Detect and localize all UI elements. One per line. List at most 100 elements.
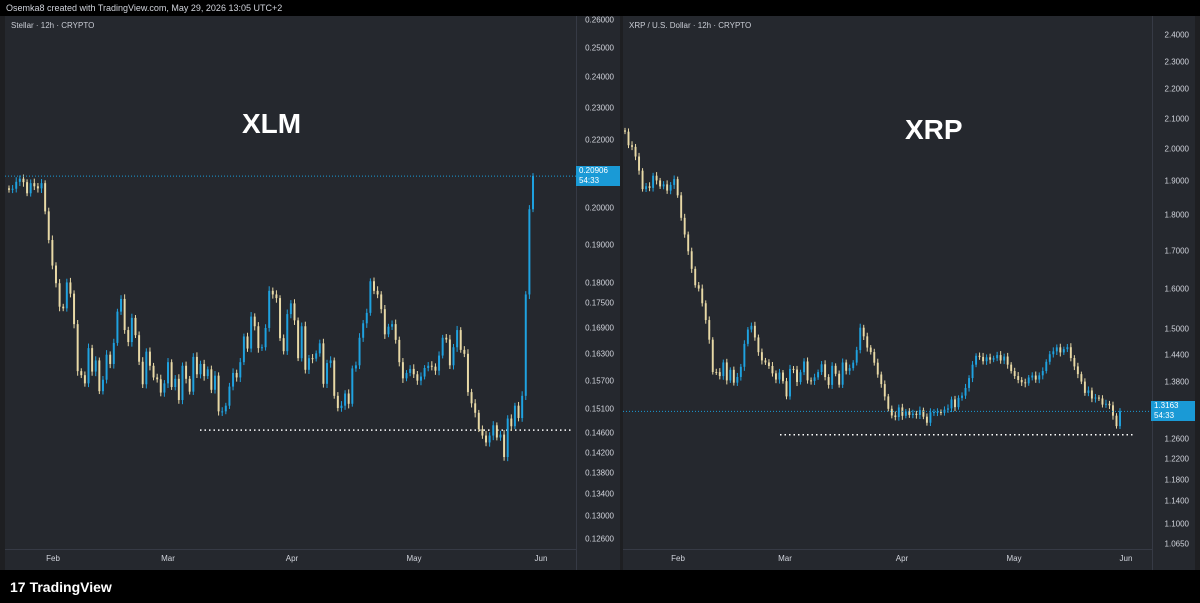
xrp-candle [676,176,679,198]
xlm-price-tick: 0.14200 [585,448,614,458]
xlm-candle [232,368,235,391]
xlm-time-axis[interactable]: Feb Mar Apr May Jun [5,549,576,570]
xrp-candle [1031,372,1034,381]
xrp-candle [771,361,774,377]
xlm-candle [80,368,83,379]
xrp-candle [859,323,862,354]
xrp-candle [736,372,739,386]
xrp-candle [1062,346,1065,355]
xlm-candle [170,359,173,390]
xrp-candle [638,152,641,175]
xlm-candle [354,361,357,372]
xlm-candle [412,364,415,379]
xrp-price-tick: 1.7000 [1164,246,1189,256]
xrp-countdown: 54:33 [1154,411,1175,421]
xrp-candle [627,128,630,149]
xlm-candle [203,359,206,381]
xlm-candle [174,375,177,391]
xlm-candle [427,362,430,372]
xrp-last-price-badge: 1.3163 54:33 [1151,401,1195,422]
xlm-candle [448,334,451,370]
xrp-plot-area[interactable]: XRP / U.S. Dollar · 12h · CRYPTO XRP [623,16,1152,570]
xlm-candle [289,300,292,319]
xlm-candle [51,235,54,270]
xrp-candle [873,348,876,366]
xrp-candle [634,143,637,161]
xlm-candle [134,314,137,339]
xrp-candle [1055,344,1058,355]
footer-bar: 17 TradingView [0,570,1200,603]
xlm-candle [8,185,10,193]
xlm-candle [380,291,383,314]
xrp-candle [890,405,893,419]
xrp-candle [666,180,669,194]
xlm-candles-svg [5,173,576,462]
xrp-time-axis[interactable]: Feb Mar Apr May Jun [623,549,1152,570]
xlm-candle [492,421,495,441]
xlm-candle [282,334,285,355]
xlm-price-axis[interactable]: 0.260000.250000.240000.230000.220000.210… [576,16,620,570]
xrp-candle [1087,386,1090,397]
xrp-candle [1090,387,1093,403]
xrp-time-tick: Mar [778,554,792,563]
xrp-candle [746,327,749,347]
xrp-candle [1020,377,1023,386]
xlm-candle [148,347,151,371]
xlm-chart-panel[interactable]: Stellar · 12h · CRYPTO XLM 0.26000 0.2500… [5,16,620,570]
xlm-plot-area[interactable]: Stellar · 12h · CRYPTO XLM [5,16,576,570]
xrp-price-tick: 2.1000 [1164,114,1189,124]
xrp-candle [701,284,704,307]
xlm-candle [445,334,448,343]
xrp-candle [1119,408,1121,430]
xlm-candle [239,358,242,383]
xlm-candle [69,277,72,298]
xrp-price-axis[interactable]: 2.4000 2.3000 2.2000 2.1000 2.0000 1.9000 1.80… [1152,16,1195,570]
xrp-candle [662,181,665,190]
xlm-candle [47,207,50,244]
xlm-candle [358,333,361,370]
xrp-candle [722,359,725,380]
xlm-candle [101,376,104,395]
xrp-chart-panel[interactable]: XRP / U.S. Dollar · 12h · CRYPTO XRP 2.4… [623,16,1195,570]
xlm-candle [87,343,90,388]
xrp-candle [1059,343,1062,357]
xlm-candle [466,349,469,396]
xlm-candle [456,325,459,352]
xlm-candle [463,346,466,358]
xlm-candle [138,331,141,366]
xlm-candle [304,321,307,374]
xrp-candle [1024,378,1027,388]
xlm-candle [503,429,506,461]
xrp-candle [1048,351,1051,365]
xlm-candle [336,392,339,412]
xrp-candle [673,175,676,189]
xrp-price-tick: 1.8000 [1164,210,1189,220]
xlm-candle [452,343,455,370]
xlm-candle [62,303,65,312]
xrp-candle [817,369,820,380]
xlm-candle [250,312,253,353]
xrp-candle [1027,375,1030,386]
xlm-candle [33,178,36,191]
xrp-candle [904,408,907,419]
xlm-candle [423,365,426,380]
xrp-candle [887,393,890,412]
xlm-price-tick: 0.16900 [585,323,614,333]
xlm-candle [315,350,318,362]
xlm-price-tick: 0.13000 [585,511,614,521]
xlm-candle [145,348,148,389]
xrp-candle [729,367,732,383]
xrp-candle [711,337,714,375]
xrp-candle [799,369,802,385]
xlm-candle [130,313,133,347]
tradingview-logo[interactable]: 17 TradingView [10,579,112,595]
xrp-candle [1038,372,1041,384]
xlm-candle [268,286,271,332]
xrp-candle [932,409,935,416]
xrp-candle [1041,367,1044,380]
xlm-candle [398,336,401,367]
xlm-candle [459,327,462,353]
xlm-candle [94,356,97,377]
xlm-price-tick: 0.17500 [585,298,614,308]
xrp-price-tick: 1.5000 [1164,324,1189,334]
